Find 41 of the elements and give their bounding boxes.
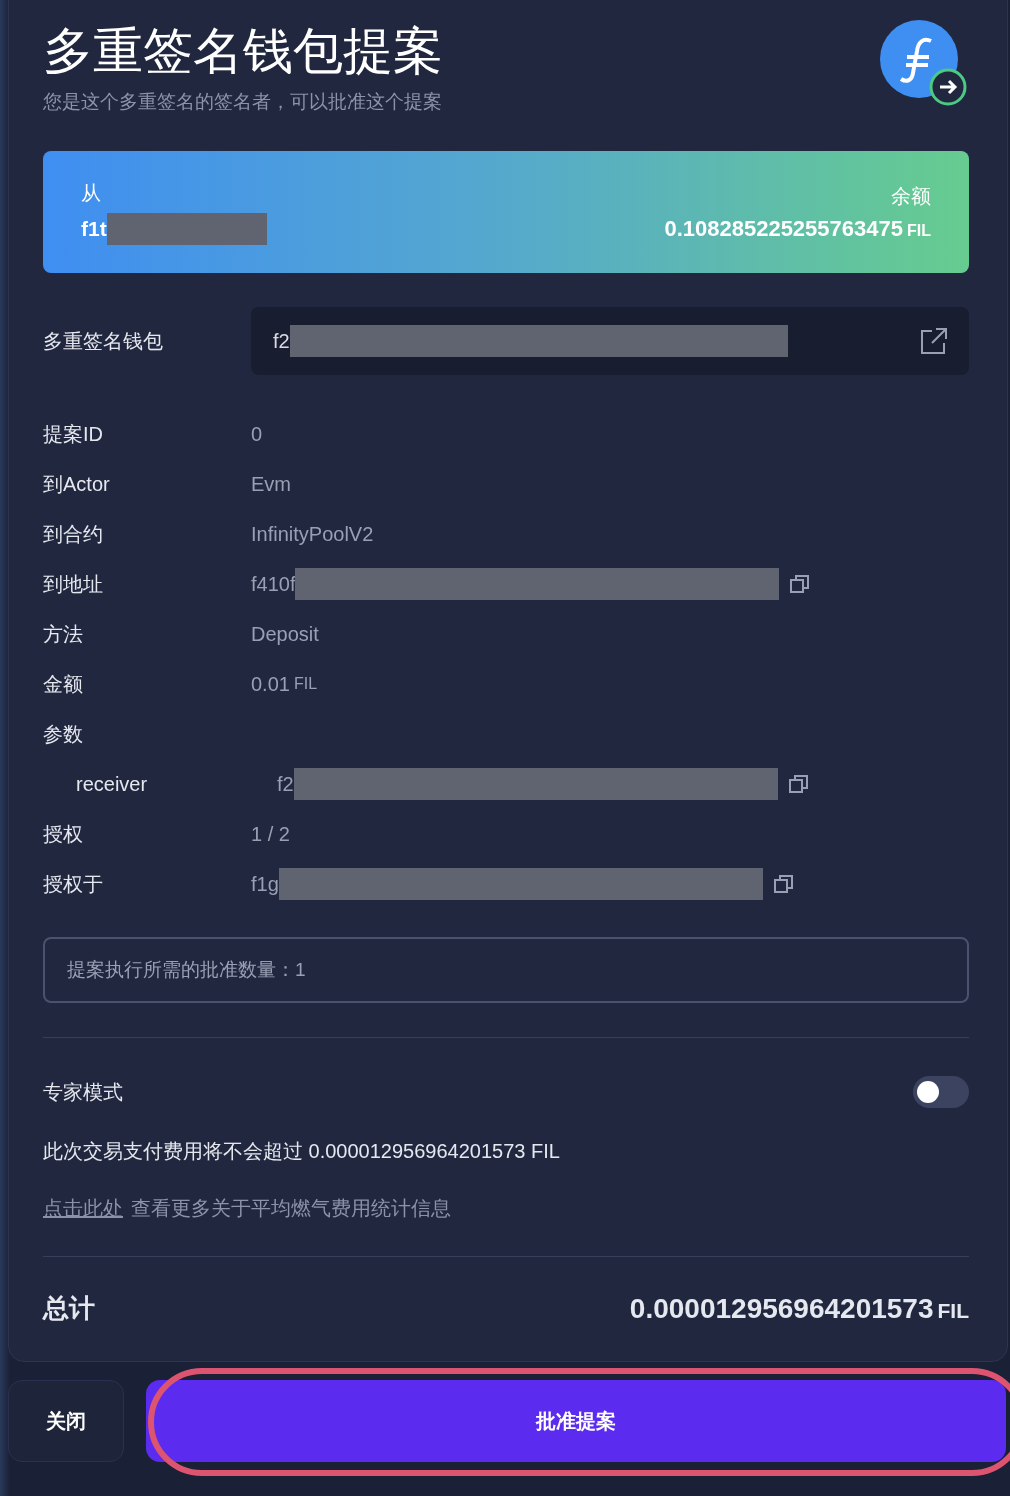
detail-label: 到Actor (43, 471, 111, 497)
click-here-link[interactable]: 点击此处 (43, 1197, 123, 1219)
page-title: 多重签名钱包提案 (43, 22, 443, 81)
detail-value: 0 (251, 422, 263, 446)
total-label: 总计 (43, 1292, 95, 1325)
detail-label: 提案ID (43, 421, 104, 447)
external-link-icon[interactable] (919, 326, 949, 356)
copy-icon[interactable] (789, 573, 812, 595)
detail-value: Evm (251, 472, 291, 496)
detail-label: 到地址 (43, 571, 104, 597)
copy-icon[interactable] (772, 873, 795, 895)
expert-mode-toggle[interactable] (913, 1076, 969, 1108)
detail-value: 1 / 2 (251, 822, 290, 846)
address-text: f1g (251, 872, 279, 896)
total-amount: 0.000012956964201573 FIL (629, 1292, 969, 1325)
detail-value: 0.01 FIL (251, 672, 318, 696)
subtitle: 您是这个多重签名的签名者，可以批准这个提案 (43, 90, 443, 114)
detail-label: 授权 (43, 821, 84, 847)
required-approvals-note: 提案执行所需的批准数量：1 (43, 937, 969, 1003)
detail-label: 授权于 (43, 871, 104, 897)
detail-value: InfinityPoolV2 (251, 522, 374, 546)
detail-label: 多重签名钱包 (43, 328, 164, 354)
balance-amount: 0.108285225255763475 FIL (664, 215, 931, 242)
gas-stats-text: 查看更多关于平均燃气费用统计信息 (131, 1197, 451, 1219)
copy-icon[interactable] (787, 773, 810, 795)
close-button[interactable]: 关闭 (8, 1380, 124, 1462)
fee-note: 此次交易支付费用将不会超过 0.000012956964201573 FIL (43, 1139, 561, 1164)
balance-label: 余额 (891, 183, 931, 209)
address-text: f2 (273, 329, 290, 353)
approve-button[interactable]: 批准提案 (146, 1380, 1006, 1462)
address-text: f410f (251, 572, 296, 596)
address-text: f1t (81, 216, 107, 241)
address-text: f2 (277, 772, 294, 796)
detail-value: Deposit (251, 622, 319, 646)
detail-label: 参数 (43, 721, 84, 747)
expert-mode-label: 专家模式 (43, 1079, 123, 1105)
detail-label: 方法 (43, 621, 84, 647)
param-label: receiver (75, 772, 149, 796)
detail-label: 金额 (43, 671, 84, 697)
from-label: 从 (81, 180, 101, 206)
detail-label: 到合约 (43, 521, 104, 547)
